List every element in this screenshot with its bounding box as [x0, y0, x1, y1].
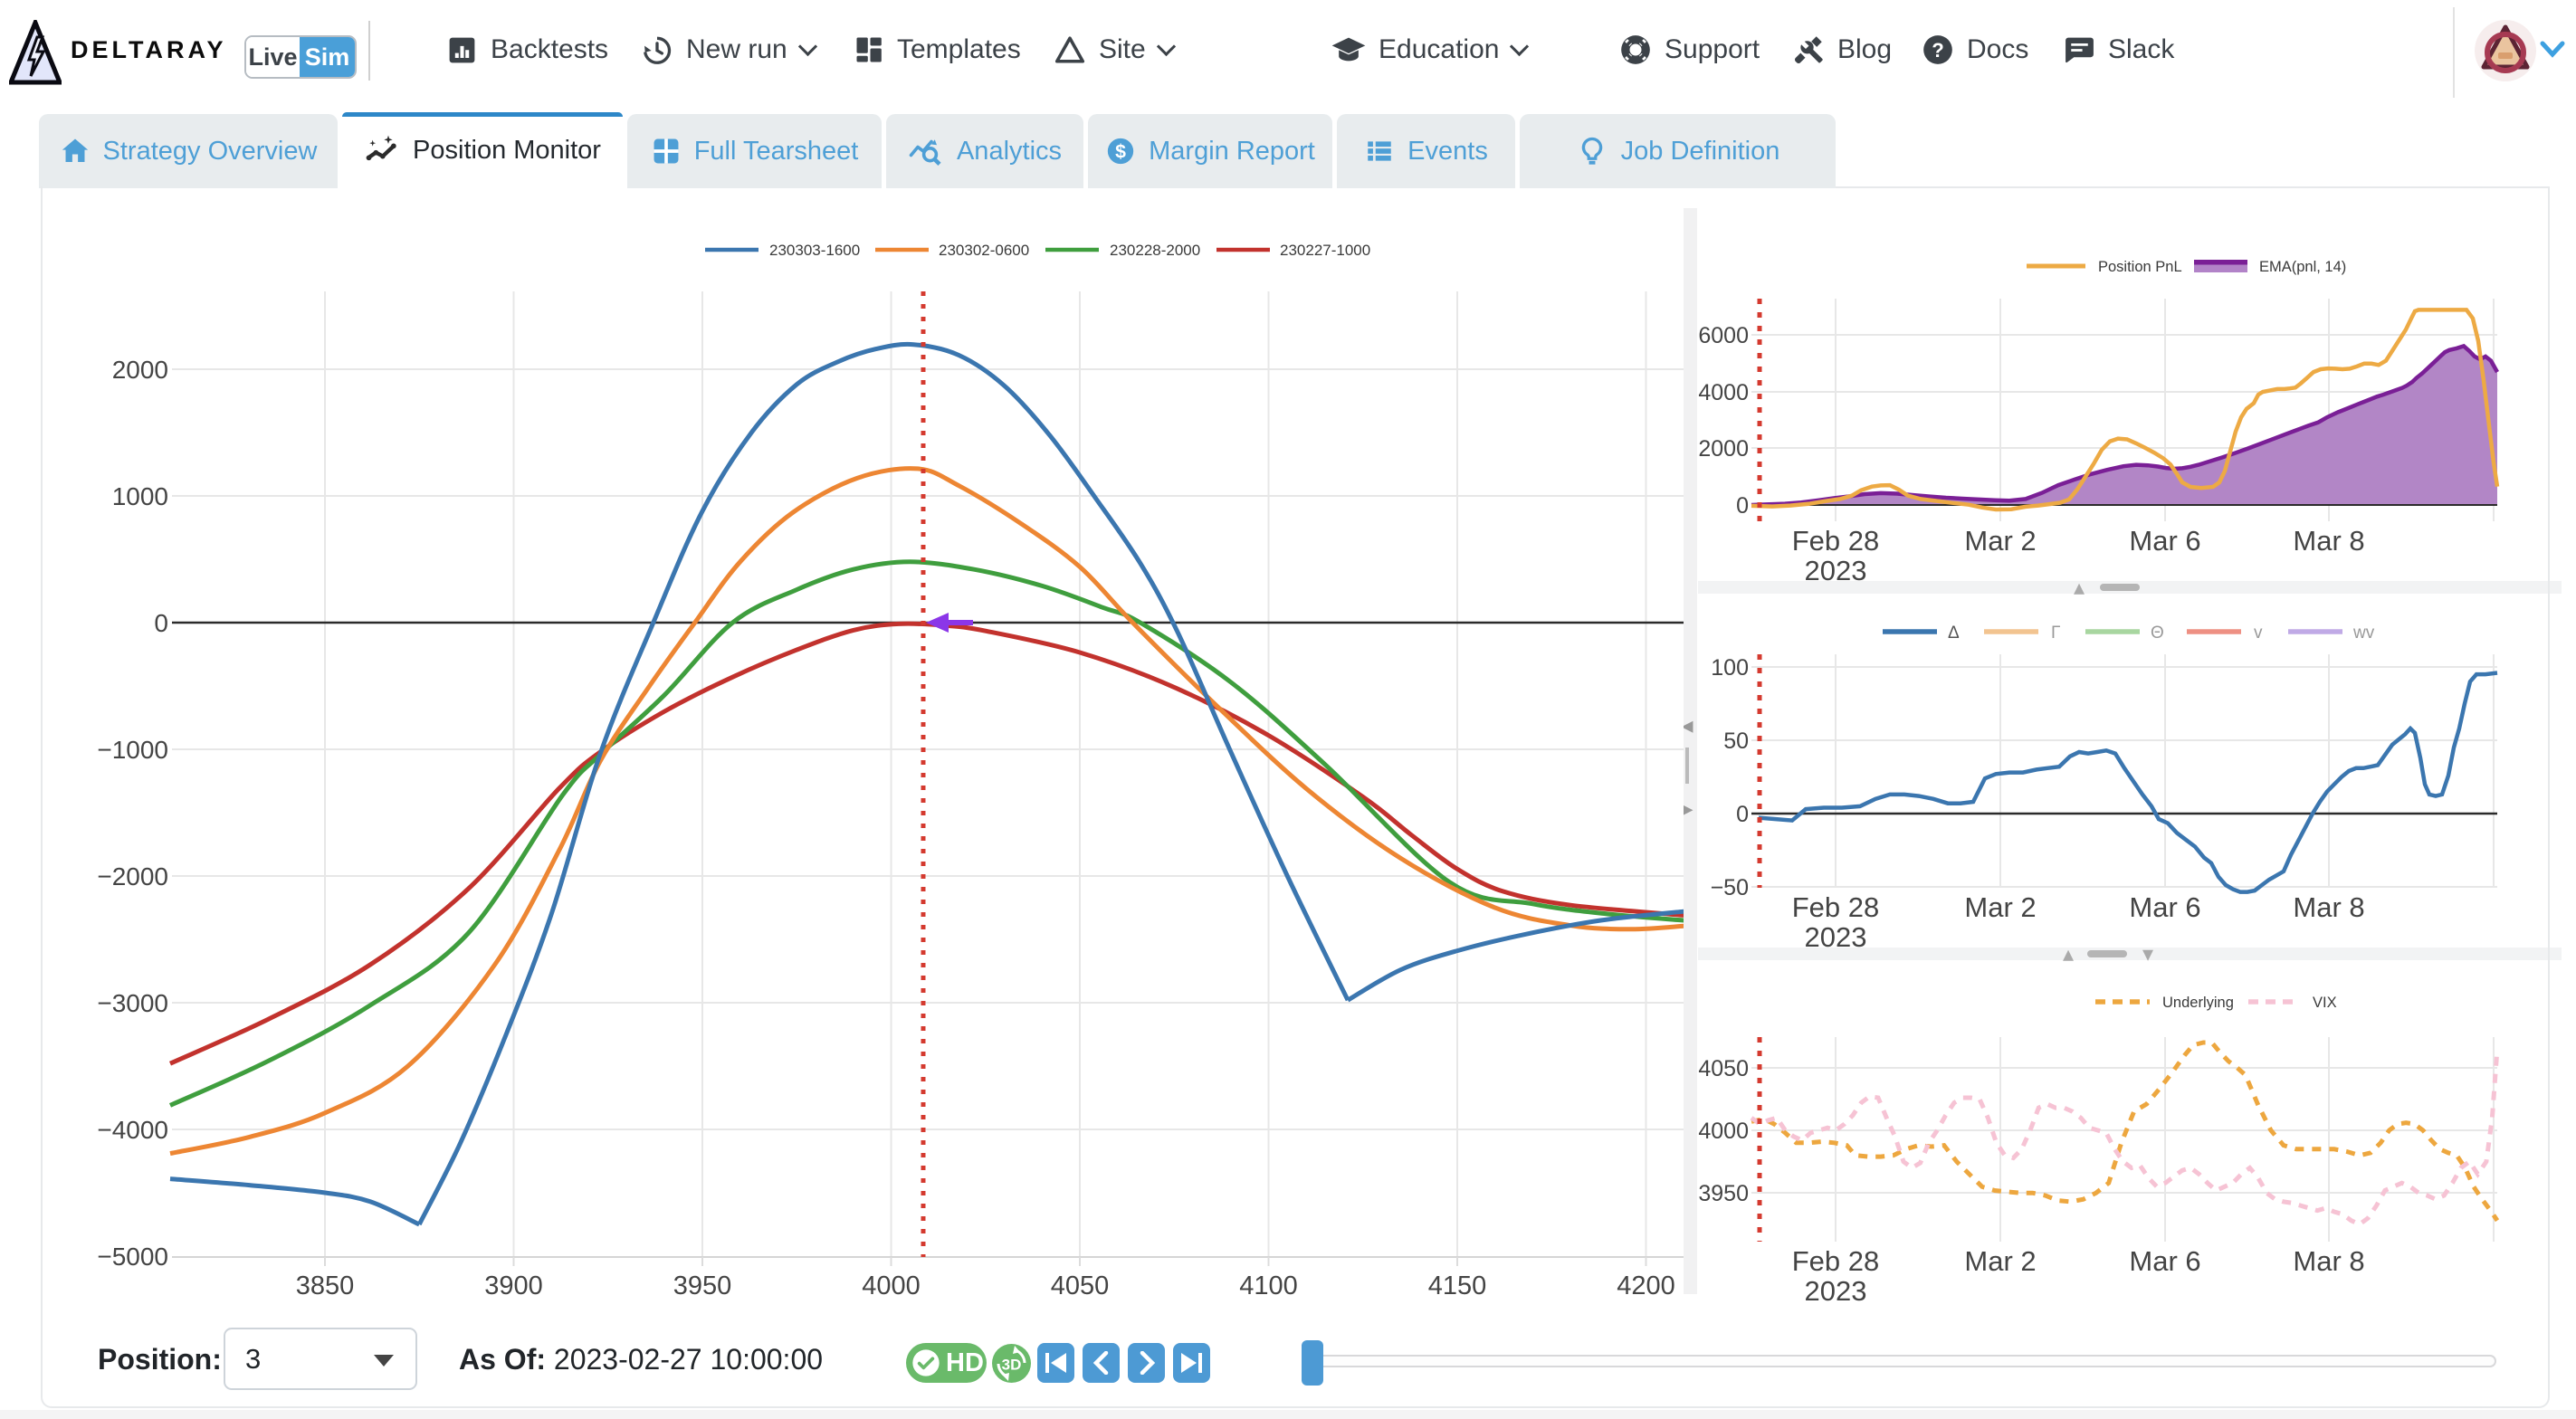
svg-text:$: $: [1115, 140, 1126, 162]
svg-text:230303-1600: 230303-1600: [769, 242, 860, 259]
svg-text:Mar 8: Mar 8: [2293, 1245, 2364, 1277]
svg-text:Mar 6: Mar 6: [2129, 1245, 2200, 1277]
svg-text:◂: ◂: [1684, 711, 1693, 738]
svg-text:Θ: Θ: [2151, 624, 2164, 643]
svg-text:Feb 28: Feb 28: [1792, 891, 1880, 923]
svg-text:Position PnL: Position PnL: [2098, 259, 2182, 275]
svg-text:VIX: VIX: [2313, 995, 2337, 1011]
svg-text:−2000: −2000: [97, 862, 168, 890]
svg-text:EMA(pnl, 14): EMA(pnl, 14): [2259, 259, 2346, 275]
svg-text:3950: 3950: [673, 1271, 732, 1300]
svg-text:Feb 28: Feb 28: [1792, 1245, 1880, 1277]
svg-text:0: 0: [1736, 802, 1749, 827]
svg-text:4150: 4150: [1428, 1271, 1487, 1300]
svg-text:0: 0: [154, 609, 168, 637]
svg-text:230302-0600: 230302-0600: [939, 242, 1029, 259]
svg-text:Mar 8: Mar 8: [2293, 891, 2364, 923]
svg-text:−1000: −1000: [97, 736, 168, 764]
svg-text:3900: 3900: [484, 1271, 543, 1300]
svg-text:2000: 2000: [1698, 436, 1749, 462]
svg-text:Feb 28: Feb 28: [1792, 525, 1880, 557]
svg-text:2000: 2000: [112, 356, 168, 384]
svg-text:100: 100: [1711, 655, 1749, 681]
svg-text:−5000: −5000: [97, 1243, 168, 1271]
svg-text:?: ?: [1932, 39, 1944, 62]
svg-text:0: 0: [1736, 493, 1749, 519]
svg-text:4050: 4050: [1698, 1056, 1749, 1081]
svg-text:6000: 6000: [1698, 323, 1749, 348]
svg-text:50: 50: [1723, 729, 1749, 754]
svg-text:3850: 3850: [296, 1271, 355, 1300]
svg-text:▸: ▸: [1684, 795, 1693, 822]
svg-text:230228-2000: 230228-2000: [1110, 242, 1200, 259]
svg-text:Mar 8: Mar 8: [2293, 525, 2364, 557]
svg-text:Mar 6: Mar 6: [2129, 525, 2200, 557]
svg-text:▴: ▴: [2063, 942, 2074, 967]
svg-text:2023: 2023: [1805, 555, 1867, 586]
svg-text:3D: 3D: [1002, 1357, 1022, 1374]
svg-text:v: v: [2254, 624, 2263, 643]
svg-text:1000: 1000: [112, 482, 168, 510]
svg-text:Mar 2: Mar 2: [1964, 1245, 2036, 1277]
svg-text:2023: 2023: [1805, 921, 1867, 953]
svg-text:Mar 2: Mar 2: [1964, 525, 2036, 557]
svg-text:Γ: Γ: [2051, 624, 2060, 643]
svg-text:Mar 6: Mar 6: [2129, 891, 2200, 923]
svg-text:Underlying: Underlying: [2162, 995, 2234, 1011]
svg-text:4200: 4200: [1617, 1271, 1675, 1300]
svg-text:−4000: −4000: [97, 1116, 168, 1144]
svg-text:4000: 4000: [862, 1271, 921, 1300]
svg-text:230227-1000: 230227-1000: [1280, 242, 1370, 259]
svg-text:−50: −50: [1711, 875, 1749, 900]
svg-text:Mar 2: Mar 2: [1964, 891, 2036, 923]
svg-text:4000: 4000: [1698, 380, 1749, 405]
svg-text:Δ: Δ: [1948, 624, 1960, 643]
svg-text:3950: 3950: [1698, 1181, 1749, 1206]
svg-text:4100: 4100: [1239, 1271, 1298, 1300]
svg-text:▴: ▴: [2074, 576, 2085, 600]
svg-text:wv: wv: [2352, 624, 2375, 643]
svg-text:4050: 4050: [1051, 1271, 1110, 1300]
svg-text:▾: ▾: [2142, 942, 2153, 967]
svg-text:4000: 4000: [1698, 1119, 1749, 1144]
svg-text:2023: 2023: [1805, 1275, 1867, 1307]
svg-text:−3000: −3000: [97, 989, 168, 1017]
